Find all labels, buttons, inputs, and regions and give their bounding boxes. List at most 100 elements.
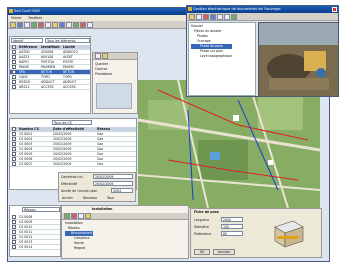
map-view[interactable] xyxy=(138,80,320,208)
search-input[interactable]: Identif xyxy=(11,38,43,43)
table-row[interactable]: CS 0007 20/02/2009 Gaz xyxy=(10,162,136,167)
cell: CS 0003 xyxy=(19,142,33,146)
save-icon[interactable] xyxy=(17,21,23,28)
row-checkbox[interactable] xyxy=(12,235,16,239)
option-new[interactable]: Nouveau xyxy=(83,196,97,200)
cell: ACCESS xyxy=(41,85,54,89)
print-icon[interactable] xyxy=(24,21,30,28)
cell: 600108 xyxy=(41,55,54,59)
folder-icon[interactable] xyxy=(52,21,58,28)
correction-date-input[interactable]: 20/02/2009 xyxy=(93,174,133,179)
doc-select-all-checkbox[interactable] xyxy=(12,127,16,131)
remove-icon[interactable] xyxy=(71,213,77,219)
row-checkbox[interactable] xyxy=(12,240,16,244)
option-old[interactable]: Ancien xyxy=(62,196,73,200)
col-cs-number[interactable]: Numéro CS xyxy=(18,127,52,131)
installation-title: Installation xyxy=(92,207,113,211)
search-icon[interactable] xyxy=(66,21,72,28)
cell: CS 0001 xyxy=(19,132,33,136)
cancel-button[interactable]: Annuler xyxy=(213,249,235,255)
cell: ACCESS xyxy=(63,85,76,89)
col-reference[interactable]: Référence xyxy=(18,45,40,49)
row-checkbox[interactable] xyxy=(12,70,16,74)
row-checkbox[interactable] xyxy=(12,245,16,249)
stop-icon[interactable] xyxy=(80,21,86,28)
length-input[interactable]: 2000 xyxy=(221,217,243,222)
folder-icon[interactable] xyxy=(189,13,195,20)
list-item[interactable]: CS 0014 xyxy=(10,245,60,250)
zoom-out-icon[interactable] xyxy=(224,13,230,20)
col-label[interactable]: Libellé xyxy=(62,45,84,49)
add-icon[interactable] xyxy=(64,213,70,219)
tree-item[interactable]: Regard xyxy=(65,246,93,251)
filter-select[interactable]: Tous les éléments xyxy=(45,38,90,43)
row-checkbox[interactable] xyxy=(12,80,16,84)
tree-item[interactable]: Prestataire xyxy=(95,72,112,77)
col-network[interactable]: Réseau xyxy=(96,127,126,131)
edit-icon[interactable] xyxy=(95,53,101,59)
properties-panel: Quartier Contrat Prestataire xyxy=(92,52,138,114)
effective-date-input[interactable]: 20/02/2009 xyxy=(93,181,133,186)
row-checkbox[interactable] xyxy=(12,142,16,146)
option-all[interactable]: Tous xyxy=(107,196,114,200)
bottom-list-panel: Réseau CS 0008 CS 0009 CS 0010 CS 0011 C… xyxy=(9,205,61,257)
row-checkbox[interactable] xyxy=(12,137,16,141)
row-checkbox[interactable] xyxy=(12,157,16,161)
diameter-input[interactable]: 150 xyxy=(221,224,243,229)
cell: CS 0002 xyxy=(19,137,33,141)
help-icon[interactable] xyxy=(87,21,93,28)
row-checkbox[interactable] xyxy=(12,60,16,64)
zoom-icon[interactable] xyxy=(45,21,51,28)
row-checkbox[interactable] xyxy=(12,55,16,59)
network-select[interactable]: Réseau xyxy=(22,207,60,212)
row-checkbox[interactable] xyxy=(12,152,16,156)
menu-windows[interactable]: Fenêtres xyxy=(28,16,42,20)
col-effective-date[interactable]: Date d'effectivité xyxy=(52,127,96,131)
row-checkbox[interactable] xyxy=(12,215,16,219)
tree-icon[interactable] xyxy=(73,21,79,28)
row-checkbox[interactable] xyxy=(12,50,16,54)
row-checkbox[interactable] xyxy=(12,162,16,166)
layer-icon[interactable] xyxy=(59,21,65,28)
row-checkbox[interactable] xyxy=(12,85,16,89)
field-label: Diamètre xyxy=(194,225,209,229)
row-checkbox[interactable] xyxy=(12,147,16,151)
cell: 20/02/2009 xyxy=(53,157,72,161)
cell: RESDO xyxy=(19,80,31,84)
cell: CS 0012 xyxy=(19,235,33,239)
row-checkbox[interactable] xyxy=(12,65,16,69)
map-icon[interactable] xyxy=(31,21,37,28)
cell: AAT2D xyxy=(19,50,30,54)
cell: ARS22 xyxy=(19,85,30,89)
table-row[interactable]: ARS22 ACCESS ACCESS xyxy=(10,85,90,90)
plan-year-input[interactable]: 2004 xyxy=(111,188,133,193)
edit-icon[interactable] xyxy=(78,213,84,219)
doc-manager-titlebar[interactable]: Gestion électronique de documents de l'o… xyxy=(187,6,338,13)
print-icon[interactable] xyxy=(231,13,237,20)
cell: 20/02/2009 xyxy=(53,152,72,156)
delete-icon[interactable] xyxy=(38,21,44,28)
col-identifier[interactable]: Identifiant xyxy=(40,45,62,49)
row-checkbox[interactable] xyxy=(12,230,16,234)
zoom-in-icon[interactable] xyxy=(217,13,223,20)
tree-item[interactable]: Levé topographique xyxy=(191,54,232,59)
row-checkbox[interactable] xyxy=(12,75,16,79)
camera-icon[interactable] xyxy=(210,13,216,20)
photo-preview xyxy=(258,22,338,96)
close-icon[interactable] xyxy=(332,7,337,12)
open-icon[interactable] xyxy=(10,21,16,28)
delete-icon[interactable] xyxy=(203,13,209,20)
row-checkbox[interactable] xyxy=(12,132,16,136)
save-icon[interactable] xyxy=(196,13,202,20)
note-icon[interactable] xyxy=(102,53,108,59)
doc-filter-select[interactable]: Tous les CS xyxy=(52,120,92,125)
select-all-checkbox[interactable] xyxy=(12,45,16,49)
cell: Gaz xyxy=(97,162,104,166)
ok-button[interactable]: OK xyxy=(194,249,210,255)
menu-file[interactable]: Fichier xyxy=(11,16,21,20)
row-checkbox[interactable] xyxy=(12,220,16,224)
row-checkbox[interactable] xyxy=(12,225,16,229)
depth-input[interactable]: 80 xyxy=(221,231,243,236)
folder-icon[interactable] xyxy=(85,213,91,219)
cell: AAS21 xyxy=(19,55,30,59)
